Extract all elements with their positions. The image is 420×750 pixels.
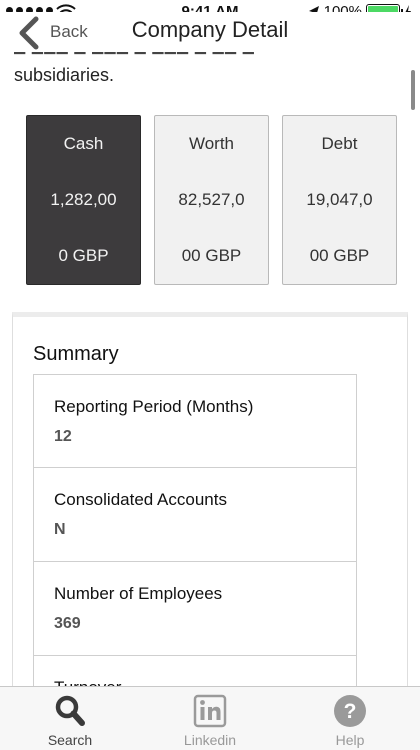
metric-value-unit: 0 GBP xyxy=(58,246,109,265)
tab-label: Search xyxy=(47,732,93,748)
tab-help[interactable]: ? Help xyxy=(300,687,400,750)
scrollbar[interactable] xyxy=(411,70,415,110)
summary-panel: Summary Reporting Period (Months) 12 Con… xyxy=(12,312,408,686)
financial-metric-cards: Cash 1,282,00 0 GBP Worth 82,527,0 00 GB… xyxy=(26,115,397,285)
svg-text:?: ? xyxy=(344,700,357,723)
search-icon xyxy=(55,695,85,726)
tab-search[interactable]: Search xyxy=(20,687,120,750)
metric-card-debt[interactable]: Debt 19,047,0 00 GBP xyxy=(282,115,397,285)
metric-value-unit: 00 GBP xyxy=(309,246,370,265)
metric-card-worth[interactable]: Worth 82,527,0 00 GBP xyxy=(154,115,269,285)
tab-linkedin[interactable]: Linkedin xyxy=(160,687,260,750)
summary-item-reporting-period: Reporting Period (Months) 12 xyxy=(33,374,357,468)
metric-card-cash[interactable]: Cash 1,282,00 0 GBP xyxy=(26,115,141,285)
summary-item-label: Reporting Period (Months) xyxy=(54,397,254,416)
summary-item-consolidated-accounts: Consolidated Accounts N xyxy=(33,468,357,562)
summary-heading: Summary xyxy=(33,343,119,365)
metric-value: 82,527,0 xyxy=(178,190,245,209)
tab-label: Help xyxy=(335,732,365,748)
summary-list: Reporting Period (Months) 12 Consolidate… xyxy=(33,374,357,686)
description-cut-off-line: ▀ ▀▀▀ ▀ ▀▀▀ ▀ ▀▀▀ ▀ ▀▀ ▀ xyxy=(14,52,255,63)
metric-label: Worth xyxy=(188,134,235,153)
summary-item-label: Number of Employees xyxy=(54,584,223,603)
summary-item-value: 369 xyxy=(54,615,81,632)
metric-label: Debt xyxy=(321,134,358,153)
metric-value: 19,047,0 xyxy=(306,190,373,209)
company-description: subsidiaries. xyxy=(14,65,115,85)
linkedin-icon xyxy=(193,694,227,728)
tab-label: Linkedin xyxy=(183,732,237,748)
summary-item-turnover: Turnover xyxy=(33,656,357,686)
help-icon: ? xyxy=(334,695,366,727)
summary-item-label: Consolidated Accounts xyxy=(54,490,227,509)
metric-value-unit: 00 GBP xyxy=(181,246,242,265)
tab-bar: Search Linkedin ? Help xyxy=(0,686,420,750)
metric-label: Cash xyxy=(63,134,104,153)
content-scroll-area[interactable]: ▀ ▀▀▀ ▀ ▀▀▀ ▀ ▀▀▀ ▀ ▀▀ ▀ subsidiaries. C… xyxy=(0,52,420,686)
summary-item-value: N xyxy=(54,521,66,538)
navigation-bar: Back Company Detail xyxy=(0,12,420,52)
summary-item-label: Turnover xyxy=(54,678,356,686)
page-title: Company Detail xyxy=(131,17,289,42)
summary-item-employees: Number of Employees 369 xyxy=(33,562,357,656)
metric-value: 1,282,00 xyxy=(50,190,117,209)
summary-item-value: 12 xyxy=(54,428,72,445)
